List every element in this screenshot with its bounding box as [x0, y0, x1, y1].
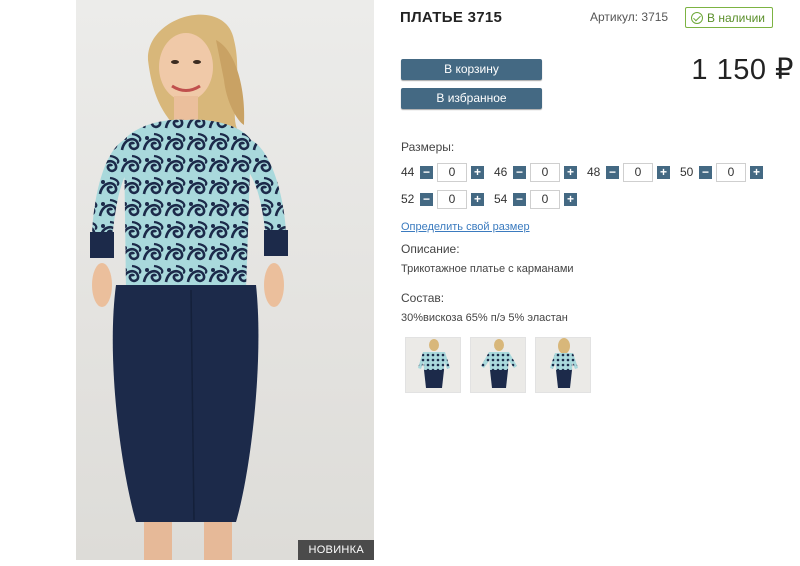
- composition-text: 30%вискоза 65% п/э 5% эластан: [401, 312, 568, 324]
- size-row: 52 − 0 + 54 − 0 +: [401, 189, 587, 209]
- dress-model-illustration: [90, 14, 288, 560]
- product-price: 1 150 ₽: [691, 54, 794, 86]
- decrease-button[interactable]: −: [420, 192, 433, 206]
- size-guide-link[interactable]: Определить свой размер: [401, 221, 530, 233]
- quantity-input[interactable]: 0: [716, 162, 746, 182]
- size-value: 44: [401, 165, 415, 179]
- add-to-cart-button[interactable]: В корзину: [401, 59, 542, 80]
- increase-button[interactable]: +: [750, 165, 763, 179]
- stock-status-text: В наличии: [707, 10, 766, 25]
- size-row: 44 − 0 + 46 − 0 + 48 − 0 + 50 − 0 +: [401, 162, 773, 182]
- size-value: 50: [680, 165, 694, 179]
- size-value: 54: [494, 192, 508, 206]
- quantity-input[interactable]: 0: [530, 189, 560, 209]
- new-badge: НОВИНКА: [298, 540, 374, 560]
- size-option-44: 44 − 0 +: [401, 162, 484, 182]
- increase-button[interactable]: +: [471, 165, 484, 179]
- increase-button[interactable]: +: [564, 192, 577, 206]
- thumbnail-front[interactable]: [405, 337, 461, 393]
- increase-button[interactable]: +: [564, 165, 577, 179]
- decrease-button[interactable]: −: [513, 165, 526, 179]
- quantity-input[interactable]: 0: [437, 162, 467, 182]
- size-value: 48: [587, 165, 601, 179]
- decrease-button[interactable]: −: [699, 165, 712, 179]
- size-option-52: 52 − 0 +: [401, 189, 484, 209]
- description-label: Описание:: [401, 242, 460, 256]
- main-product-photo[interactable]: НОВИНКА: [76, 0, 374, 560]
- quantity-input[interactable]: 0: [437, 189, 467, 209]
- decrease-button[interactable]: −: [513, 192, 526, 206]
- composition-label: Состав:: [401, 291, 445, 305]
- size-option-54: 54 − 0 +: [494, 189, 577, 209]
- add-to-favorites-button[interactable]: В избранное: [401, 88, 542, 109]
- quantity-input[interactable]: 0: [623, 162, 653, 182]
- stock-status-badge: В наличии: [685, 7, 774, 28]
- increase-button[interactable]: +: [657, 165, 670, 179]
- description-text: Трикотажное платье с карманами: [401, 263, 574, 275]
- decrease-button[interactable]: −: [606, 165, 619, 179]
- size-value: 46: [494, 165, 508, 179]
- size-option-50: 50 − 0 +: [680, 162, 763, 182]
- quantity-input[interactable]: 0: [530, 162, 560, 182]
- thumbnail-gallery: [405, 337, 591, 393]
- size-value: 52: [401, 192, 415, 206]
- article-number: Артикул: 3715: [590, 10, 669, 24]
- thumbnail-back[interactable]: [535, 337, 591, 393]
- check-circle-icon: [691, 11, 703, 24]
- thumbnail-side[interactable]: [470, 337, 526, 393]
- product-title: ПЛАТЬЕ 3715: [400, 9, 503, 26]
- size-option-46: 46 − 0 +: [494, 162, 577, 182]
- decrease-button[interactable]: −: [420, 165, 433, 179]
- size-option-48: 48 − 0 +: [587, 162, 670, 182]
- sizes-label: Размеры:: [401, 140, 455, 154]
- increase-button[interactable]: +: [471, 192, 484, 206]
